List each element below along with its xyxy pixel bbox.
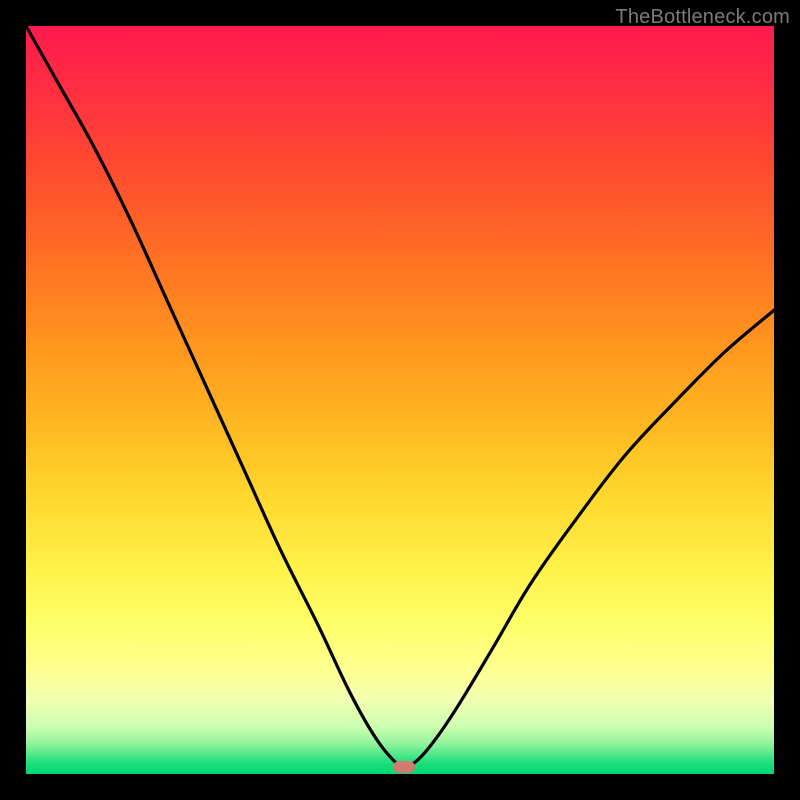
watermark-text: TheBottleneck.com bbox=[615, 6, 790, 29]
optimum-marker bbox=[393, 761, 415, 773]
bottleneck-curve bbox=[26, 26, 774, 774]
plot-area bbox=[26, 26, 774, 774]
chart-frame: TheBottleneck.com bbox=[0, 0, 800, 800]
